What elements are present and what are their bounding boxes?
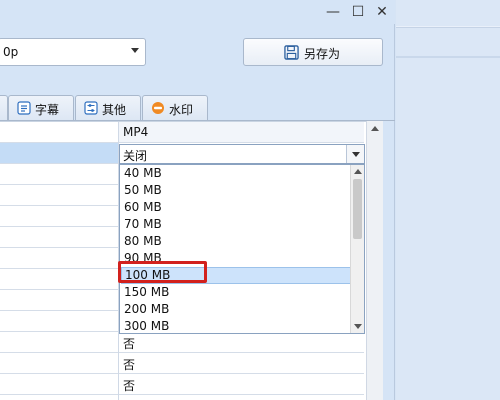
tab-subtitle-label: 字幕 (35, 103, 60, 117)
chevron-down-icon (352, 152, 360, 157)
minimize-button[interactable]: — (322, 2, 344, 22)
table-row[interactable] (0, 122, 118, 143)
close-button[interactable]: ✕ (371, 2, 393, 22)
dropdown-option[interactable]: 60 MB (121, 199, 351, 216)
save-as-button[interactable]: 另存为 (243, 38, 383, 66)
table-row[interactable] (0, 185, 118, 206)
value-cell[interactable]: 否 (119, 374, 364, 395)
table-row[interactable] (0, 269, 118, 290)
table-row[interactable] (0, 248, 118, 269)
tab-watermark[interactable]: 水印 (142, 95, 208, 120)
sliders-icon (84, 101, 98, 115)
split-size-select[interactable]: 关闭 (119, 144, 365, 164)
watermark-icon (152, 102, 164, 114)
split-size-dropdown: 40 MB 50 MB 60 MB 70 MB 80 MB 90 MB 100 … (119, 164, 365, 334)
value-cell[interactable]: 否 (119, 332, 364, 353)
table-row[interactable] (0, 353, 118, 374)
title-bar: — ☐ ✕ (0, 0, 395, 24)
value-text: 否 (123, 379, 136, 393)
value-cell[interactable]: 否 (119, 353, 364, 374)
subtitle-icon (17, 101, 31, 115)
right-pane-strip (396, 26, 500, 28)
dropdown-button[interactable] (346, 145, 364, 163)
tab-watermark-label: 水印 (169, 103, 194, 117)
dropdown-scrollbar[interactable] (350, 165, 364, 333)
tab-other-label: 其他 (102, 103, 127, 117)
split-size-value: 关闭 (123, 149, 148, 163)
dropdown-option[interactable]: 80 MB (121, 233, 351, 250)
dropdown-option[interactable]: 300 MB (121, 318, 351, 333)
save-as-label: 另存为 (304, 47, 341, 61)
table-row[interactable] (0, 290, 118, 311)
table-row[interactable] (0, 332, 118, 353)
scroll-up-icon[interactable] (354, 169, 362, 174)
table-row[interactable] (0, 227, 118, 248)
value-text: 否 (123, 358, 136, 372)
tab-subtitle[interactable]: 字幕 (8, 95, 74, 120)
column-header-label: MP4 (123, 125, 149, 139)
scroll-thumb[interactable] (353, 179, 362, 239)
right-pane (396, 0, 500, 400)
table-row[interactable] (0, 374, 118, 395)
value-text: 否 (123, 337, 136, 351)
tab-partial[interactable] (0, 95, 8, 120)
maximize-button[interactable]: ☐ (347, 2, 369, 22)
scroll-up-icon[interactable] (371, 126, 379, 131)
right-pane-band (396, 56, 500, 58)
scroll-down-icon[interactable] (354, 324, 362, 329)
table-row[interactable] (0, 311, 118, 332)
highlight-annotation (118, 261, 207, 283)
dropdown-option[interactable]: 200 MB (121, 301, 351, 318)
tab-other[interactable]: 其他 (75, 95, 141, 120)
resolution-select[interactable]: 0p (0, 38, 146, 66)
resolution-value: 0p (3, 45, 19, 59)
dropdown-option[interactable]: 50 MB (121, 182, 351, 199)
tab-strip: 字幕 其他 水印 (0, 95, 395, 121)
settings-window: — ☐ ✕ 0p 另存为 字幕 其他 水印 MP4 否 否 否 关闭 40 MB… (0, 0, 395, 400)
grid-scrollbar[interactable] (366, 121, 383, 400)
table-row-selected[interactable] (0, 143, 118, 164)
chevron-down-icon (131, 48, 139, 53)
table-row[interactable] (0, 206, 118, 227)
floppy-disk-icon (284, 45, 299, 60)
dropdown-option[interactable]: 40 MB (121, 165, 351, 182)
dropdown-option[interactable]: 150 MB (121, 284, 351, 301)
column-header: MP4 (119, 122, 364, 143)
table-row[interactable] (0, 164, 118, 185)
dropdown-option[interactable]: 70 MB (121, 216, 351, 233)
